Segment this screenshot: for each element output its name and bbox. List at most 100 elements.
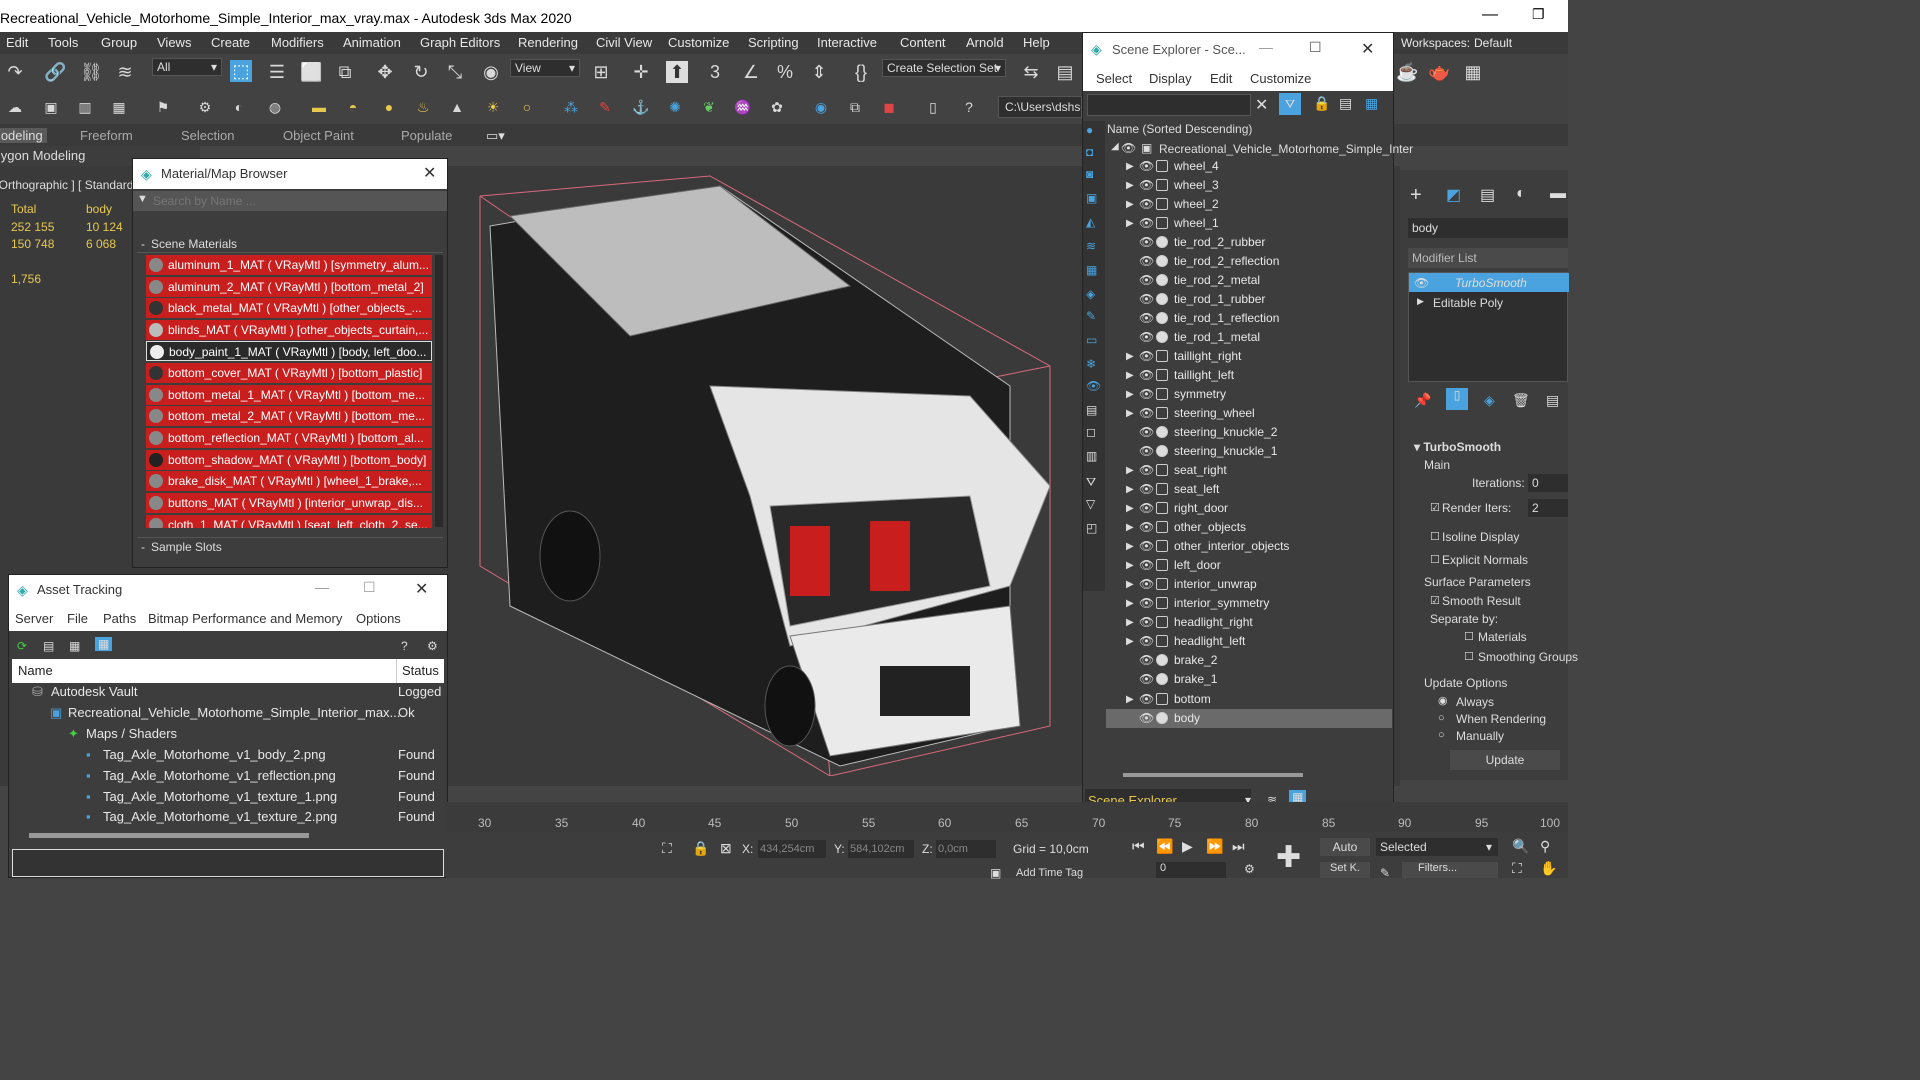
zoom-icon[interactable]: 🔍 xyxy=(1512,838,1529,855)
named-selection-dropdown[interactable]: Create Selection Set ▾ xyxy=(882,59,1006,77)
expand-arrow-icon[interactable]: ▶ xyxy=(1126,480,1134,499)
manually-radio[interactable]: ○ xyxy=(1438,729,1445,741)
expand-arrow-icon[interactable]: ▶ xyxy=(1126,461,1134,480)
eye-icon[interactable]: 👁 xyxy=(1139,709,1154,728)
timeline[interactable]: 30 35 40 45 50 55 60 65 70 75 80 85 90 9… xyxy=(446,802,1568,832)
scene-item[interactable]: ▶ 👁 taillight_left xyxy=(1106,366,1392,385)
explicit-normals-checkbox[interactable]: ☐ xyxy=(1430,553,1440,566)
scene-item[interactable]: ▶ 👁 headlight_left xyxy=(1106,632,1392,651)
filter-icon[interactable]: ⛛ xyxy=(1086,475,1096,490)
x-coordinate-field[interactable]: 434,254cm xyxy=(758,840,826,858)
create-tab-icon[interactable]: + xyxy=(1410,184,1422,207)
menu-options[interactable]: Options xyxy=(356,611,401,626)
collapse-icon[interactable]: - xyxy=(141,237,145,251)
expand-arrow-icon[interactable]: ▶ xyxy=(1126,176,1134,195)
menu-edit[interactable]: Edit xyxy=(6,35,28,50)
table-icon[interactable]: ▦ xyxy=(95,637,113,651)
eye-icon[interactable]: 👁 xyxy=(1139,499,1154,518)
eye-icon[interactable]: 👁 xyxy=(1139,480,1154,499)
project-path-field[interactable]: C:\Users\dshsd xyxy=(998,96,1082,118)
material-item[interactable]: black_metal_MAT ( VRayMtl ) [other_objec… xyxy=(146,298,432,318)
eye-icon[interactable]: 👁 xyxy=(1139,632,1154,651)
current-frame-field[interactable]: 0 xyxy=(1156,862,1226,878)
pivot-icon[interactable]: ⊞ xyxy=(590,61,612,83)
scene-materials-header[interactable]: - Scene Materials xyxy=(137,235,443,253)
polygon-modeling-label[interactable]: Polygon Modeling xyxy=(0,148,85,163)
asset-row[interactable]: ▪ Tag_Axle_Motorhome_v1_body_2.png Found xyxy=(12,744,444,765)
key-filters-button[interactable]: Filters... xyxy=(1402,862,1498,878)
cone-icon[interactable]: ▲ xyxy=(446,96,468,118)
eye-icon[interactable]: 👁 xyxy=(1139,461,1154,480)
settings-icon[interactable]: ⚙ xyxy=(427,639,438,653)
display-none-icon[interactable]: ◻ xyxy=(1086,425,1096,439)
col-name-header[interactable]: Name xyxy=(18,663,53,678)
percent-snap-icon[interactable]: % xyxy=(774,61,796,83)
asset-row[interactable]: ▪ Tag_Axle_Motorhome_v1_texture_2.png Foun… xyxy=(12,806,444,827)
angle-snap-icon[interactable]: ∠ xyxy=(740,61,762,83)
zoom-all-icon[interactable]: ⚲ xyxy=(1540,838,1550,855)
scene-root-row[interactable]: ◢ 👁 ▣ Recreational_Vehicle_Motorhome_Sim… xyxy=(1107,139,1413,159)
eye-icon[interactable]: 👁 xyxy=(1121,141,1136,155)
display-lights-icon[interactable]: ◙ xyxy=(1086,167,1093,181)
scene-item[interactable]: ▶ 👁 seat_left xyxy=(1106,480,1392,499)
modifier-editable-poly[interactable]: ▶ Editable Poly xyxy=(1409,293,1569,312)
spinner-snap-icon[interactable]: ⇕ xyxy=(808,61,830,83)
scene-item[interactable]: 👁 tie_rod_1_rubber xyxy=(1106,290,1392,309)
eye-icon[interactable]: 👁 xyxy=(1139,385,1154,404)
viewport-label[interactable]: [ Orthographic ] [ Standard ] xyxy=(0,178,140,192)
collapse-icon[interactable]: - xyxy=(141,540,145,554)
show-end-result-icon[interactable]: ▯ xyxy=(1446,388,1468,410)
menu-rendering[interactable]: Rendering xyxy=(518,35,578,50)
go-to-end-icon[interactable]: ⏭ xyxy=(1232,838,1245,855)
eye-icon[interactable]: 👁 xyxy=(1139,309,1154,328)
scene-item[interactable]: ▶ 👁 wheel_3 xyxy=(1106,176,1392,195)
pan-icon[interactable]: ✋ xyxy=(1540,860,1557,877)
hair-icon[interactable]: ♒ xyxy=(732,96,754,118)
menu-group[interactable]: Group xyxy=(101,35,137,50)
dome-icon[interactable]: ◓ xyxy=(342,96,364,118)
tab-object-paint[interactable]: Object Paint xyxy=(283,128,354,143)
scene-item[interactable]: 👁 tie_rod_1_metal xyxy=(1106,328,1392,347)
asset-row[interactable]: ▪ Tag_Axle_Motorhome_v1_texture_1.png Foun… xyxy=(12,786,444,807)
absolute-mode-icon[interactable]: ⊠ xyxy=(720,840,732,857)
eye-icon[interactable]: 👁 xyxy=(1139,651,1154,670)
bone-icon[interactable]: ✎ xyxy=(594,96,616,118)
eye-icon[interactable]: 👁 xyxy=(1139,575,1154,594)
list-icon[interactable]: ▤ xyxy=(43,639,54,653)
motorhome-model[interactable] xyxy=(450,166,1090,776)
display-invert-icon[interactable]: ▥ xyxy=(1086,449,1097,463)
select-manipulate-icon[interactable]: ✛ xyxy=(630,61,652,83)
scene-item[interactable]: ▶ 👁 wheel_4 xyxy=(1106,157,1392,176)
display-frozen-icon[interactable]: ❄ xyxy=(1086,357,1096,371)
window-crossing-icon[interactable]: ⧉ xyxy=(334,61,356,83)
scene-item[interactable]: 👁 steering_knuckle_1 xyxy=(1106,442,1392,461)
placement-icon[interactable]: ◉ xyxy=(480,61,502,83)
render-icon[interactable]: ▦ xyxy=(1462,61,1484,83)
asset-row[interactable]: ▣ Recreational_Vehicle_Motorhome_Simple_I… xyxy=(12,702,444,723)
material-item[interactable]: buttons_MAT ( VRayMtl ) [interior_unwrap… xyxy=(146,493,432,513)
close-icon[interactable]: ✕ xyxy=(423,163,436,183)
menu-customize[interactable]: Customize xyxy=(668,35,729,50)
modifier-list-dropdown[interactable]: Modifier List xyxy=(1408,248,1568,268)
refresh-icon[interactable]: ⟳ xyxy=(17,639,27,653)
display-groups-icon[interactable]: ▦ xyxy=(1086,263,1097,277)
mirror-icon[interactable]: ⇆ xyxy=(1020,61,1042,83)
scene-item[interactable]: ▶ 👁 interior_unwrap xyxy=(1106,575,1392,594)
expand-arrow-icon[interactable]: ▶ xyxy=(1126,366,1134,385)
asset-hscrollbar[interactable] xyxy=(29,833,309,838)
scene-item[interactable]: ▶ 👁 right_door xyxy=(1106,499,1392,518)
rect-selection-icon[interactable]: ⬜ xyxy=(300,61,322,83)
cloud-icon[interactable]: ☁ xyxy=(4,96,26,118)
maximize-icon[interactable]: ☐ xyxy=(363,579,376,596)
isoline-checkbox[interactable]: ☐ xyxy=(1430,530,1440,543)
foliage-icon[interactable]: ❦ xyxy=(698,96,720,118)
menu-server[interactable]: Server xyxy=(15,611,53,626)
material-editor-icon[interactable]: ◍ xyxy=(264,96,286,118)
expand-arrow-icon[interactable]: ▶ xyxy=(1417,296,1424,307)
scene-item[interactable]: 👁 brake_1 xyxy=(1106,670,1392,689)
expand-arrow-icon[interactable]: ▶ xyxy=(1126,214,1134,233)
render-iters-spinner[interactable]: 2 xyxy=(1528,499,1568,517)
eye-icon[interactable]: 👁 xyxy=(1139,195,1154,214)
expand-arrow-icon[interactable]: ▶ xyxy=(1126,385,1134,404)
material-item[interactable]: brake_disk_MAT ( VRayMtl ) [wheel_1_brak… xyxy=(146,471,432,491)
